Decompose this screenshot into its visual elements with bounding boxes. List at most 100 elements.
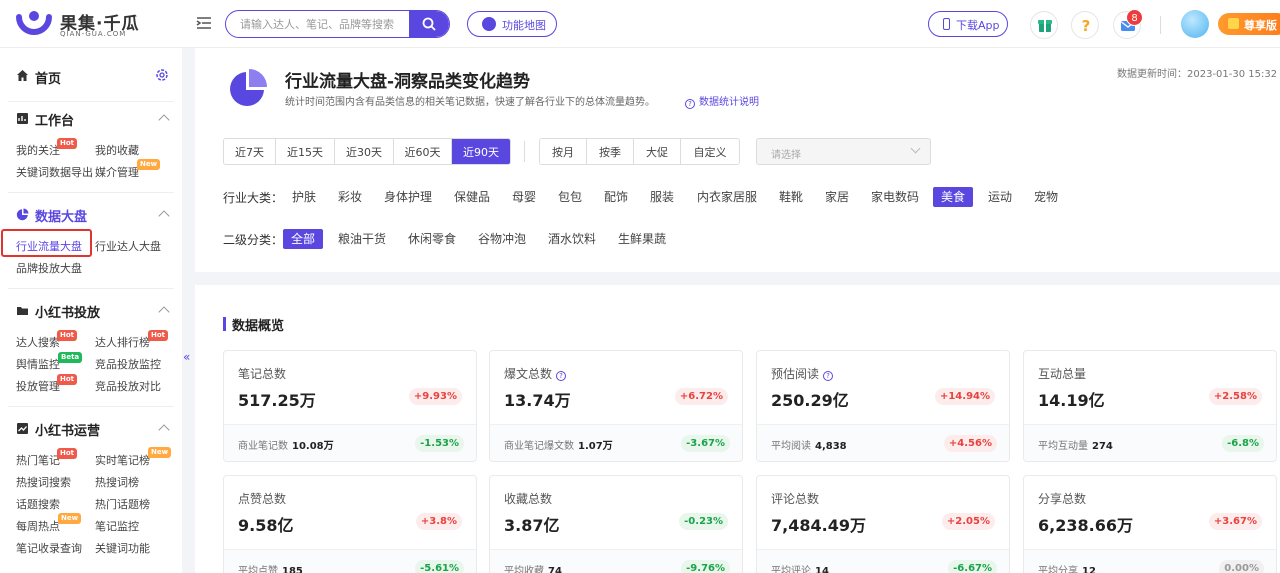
period-quarter-button[interactable]: 按季	[587, 139, 634, 164]
metric-sub-value: 14	[815, 566, 829, 573]
sidebar-item-influencer-search[interactable]: 达人搜索	[16, 334, 60, 350]
gear-icon[interactable]	[155, 68, 169, 82]
sidebar-item-competitor-compare[interactable]: 竞品投放对比	[95, 378, 161, 394]
industry-food[interactable]: 美食	[933, 187, 974, 207]
overview-title: 数据概览	[232, 319, 285, 334]
industry-clothing[interactable]: 服装	[650, 187, 674, 207]
industry-skincare[interactable]: 护肤	[292, 187, 316, 207]
svg-text:?: ?	[1082, 17, 1091, 35]
metric-change-badge: +9.93%	[408, 388, 462, 405]
question-icon[interactable]: ?	[556, 371, 567, 381]
range-7d-button[interactable]: 近7天	[224, 139, 276, 164]
gift-button[interactable]	[1030, 11, 1058, 39]
sidebar-item-hot-search-ranking[interactable]: 热搜词榜	[95, 474, 139, 490]
sidebar-section-xhs-placement[interactable]: 小红书投放	[35, 302, 100, 321]
menu-toggle-icon[interactable]	[196, 15, 212, 31]
metric-card-interactions: 互动总量 14.19亿 +2.58% 平均互动量 274 -6.8%	[1023, 350, 1277, 462]
chevron-up-icon[interactable]	[158, 114, 170, 126]
sidebar-item-brand-placement[interactable]: 品牌投放大盘	[16, 260, 82, 276]
subcategory-grain[interactable]: 粮油干货	[338, 229, 386, 249]
metric-label: 收藏总数	[504, 490, 552, 507]
sidebar-item-realtime-notes[interactable]: 实时笔记榜	[95, 452, 150, 468]
subcategory-snacks[interactable]: 休闲零食	[408, 229, 456, 249]
period-select[interactable]: 请选择	[756, 138, 931, 165]
sidebar-item-keyword-export[interactable]: 关键词数据导出	[16, 164, 93, 180]
sidebar-item-my-favorites[interactable]: 我的收藏	[95, 142, 139, 158]
sidebar-item-sentiment[interactable]: 舆情监控	[16, 356, 60, 372]
search-button[interactable]	[409, 11, 449, 37]
industry-maternal[interactable]: 母婴	[512, 187, 536, 207]
metric-sub-row: 商业笔记爆文数 1.07万 -3.67%	[490, 424, 742, 461]
industry-shoes[interactable]: 鞋靴	[779, 187, 803, 207]
range-15d-button[interactable]: 近15天	[276, 139, 335, 164]
brand-logo-icon[interactable]	[16, 9, 52, 39]
question-icon: ?	[685, 99, 695, 109]
question-icon: ?	[1082, 17, 1091, 35]
sidebar-item-home[interactable]: 首页	[35, 68, 61, 87]
industry-electronics[interactable]: 家电数码	[871, 187, 919, 207]
chevron-up-icon[interactable]	[158, 306, 170, 318]
metric-change-badge: +3.8%	[415, 513, 462, 530]
subcategory-cereal[interactable]: 谷物冲泡	[478, 229, 526, 249]
industry-home[interactable]: 家居	[825, 187, 849, 207]
period-promo-button[interactable]: 大促	[634, 139, 681, 164]
metric-sub-value: 12	[1082, 566, 1096, 573]
subcategory-all[interactable]: 全部	[283, 229, 324, 249]
industry-health[interactable]: 保健品	[454, 187, 490, 207]
metric-sub-value: 10.08万	[292, 441, 334, 452]
sidebar-item-competitor-monitor[interactable]: 竞品投放监控	[95, 356, 161, 372]
sidebar-item-note-index-query[interactable]: 笔记收录查询	[16, 540, 82, 556]
sidebar-section-xhs-operation[interactable]: 小红书运营	[35, 420, 100, 439]
sidebar-item-hot-topics[interactable]: 热门话题榜	[95, 496, 150, 512]
stats-help-link[interactable]: ? 数据统计说明	[685, 93, 759, 109]
search-input[interactable]	[226, 11, 410, 37]
sidebar-item-hot-notes[interactable]: 热门笔记	[16, 452, 60, 468]
metric-label-text: 收藏总数	[504, 492, 553, 506]
industry-makeup[interactable]: 彩妆	[338, 187, 362, 207]
metric-sub-row: 平均点赞 185 -5.61%	[224, 549, 476, 573]
sidebar-section-workbench[interactable]: 工作台	[35, 110, 74, 129]
help-button[interactable]: ?	[1071, 11, 1099, 39]
sidebar-item-my-follows[interactable]: 我的关注	[16, 142, 60, 158]
metric-sub-label: 商业笔记爆文数 1.07万	[504, 437, 613, 452]
sidebar-item-placement-management[interactable]: 投放管理	[16, 378, 60, 394]
range-90d-button[interactable]: 近90天	[452, 139, 510, 164]
metric-sub-label: 平均阅读 4,838	[771, 437, 847, 452]
industry-accessories[interactable]: 配饰	[604, 187, 628, 207]
sidebar-item-influencer-ranking[interactable]: 达人排行榜	[95, 334, 150, 350]
sidebar-item-industry-traffic[interactable]: 行业流量大盘	[16, 238, 82, 254]
sidebar-item-weekly-hotspot[interactable]: 每周热点	[16, 518, 60, 534]
chevron-up-icon[interactable]	[158, 210, 170, 222]
workbench-icon	[17, 113, 28, 124]
metric-change-badge: +14.94%	[934, 388, 995, 405]
chevron-up-icon[interactable]	[158, 424, 170, 436]
collapse-sidebar-icon[interactable]: «	[183, 350, 190, 364]
range-30d-button[interactable]: 近30天	[335, 139, 394, 164]
industry-sports[interactable]: 运动	[988, 187, 1012, 207]
sidebar-item-industry-influencer[interactable]: 行业达人大盘	[95, 238, 161, 254]
hot-tag: Hot	[57, 374, 78, 385]
subcategory-drinks[interactable]: 酒水饮料	[548, 229, 596, 249]
sidebar-item-keyword-function[interactable]: 关键词功能	[95, 540, 150, 556]
vip-button[interactable]: 尊享版	[1218, 13, 1280, 35]
download-app-button[interactable]: 下载App	[928, 11, 1008, 37]
sidebar-divider	[8, 192, 174, 193]
industry-bags[interactable]: 包包	[558, 187, 582, 207]
period-month-button[interactable]: 按月	[540, 139, 587, 164]
metric-sub-change-badge: -3.67%	[681, 435, 730, 452]
sidebar-item-media-management[interactable]: 媒介管理	[95, 164, 139, 180]
sidebar-section-data-dashboard[interactable]: 数据大盘	[35, 206, 87, 225]
subcategory-fresh[interactable]: 生鲜果蔬	[618, 229, 666, 249]
metric-label-text: 预估阅读	[771, 367, 820, 381]
industry-underwear[interactable]: 内衣家居服	[697, 187, 757, 207]
industry-body-care[interactable]: 身体护理	[384, 187, 432, 207]
industry-pets[interactable]: 宠物	[1034, 187, 1058, 207]
function-map-button[interactable]: 功能地图	[467, 11, 557, 37]
user-avatar[interactable]	[1181, 10, 1209, 38]
question-icon[interactable]: ?	[823, 371, 834, 381]
sidebar-item-topic-search[interactable]: 话题搜索	[16, 496, 60, 512]
sidebar-item-hot-search[interactable]: 热搜词搜索	[16, 474, 71, 490]
range-60d-button[interactable]: 近60天	[394, 139, 452, 164]
sidebar-item-note-monitor[interactable]: 笔记监控	[95, 518, 139, 534]
period-custom-button[interactable]: 自定义	[681, 139, 739, 164]
